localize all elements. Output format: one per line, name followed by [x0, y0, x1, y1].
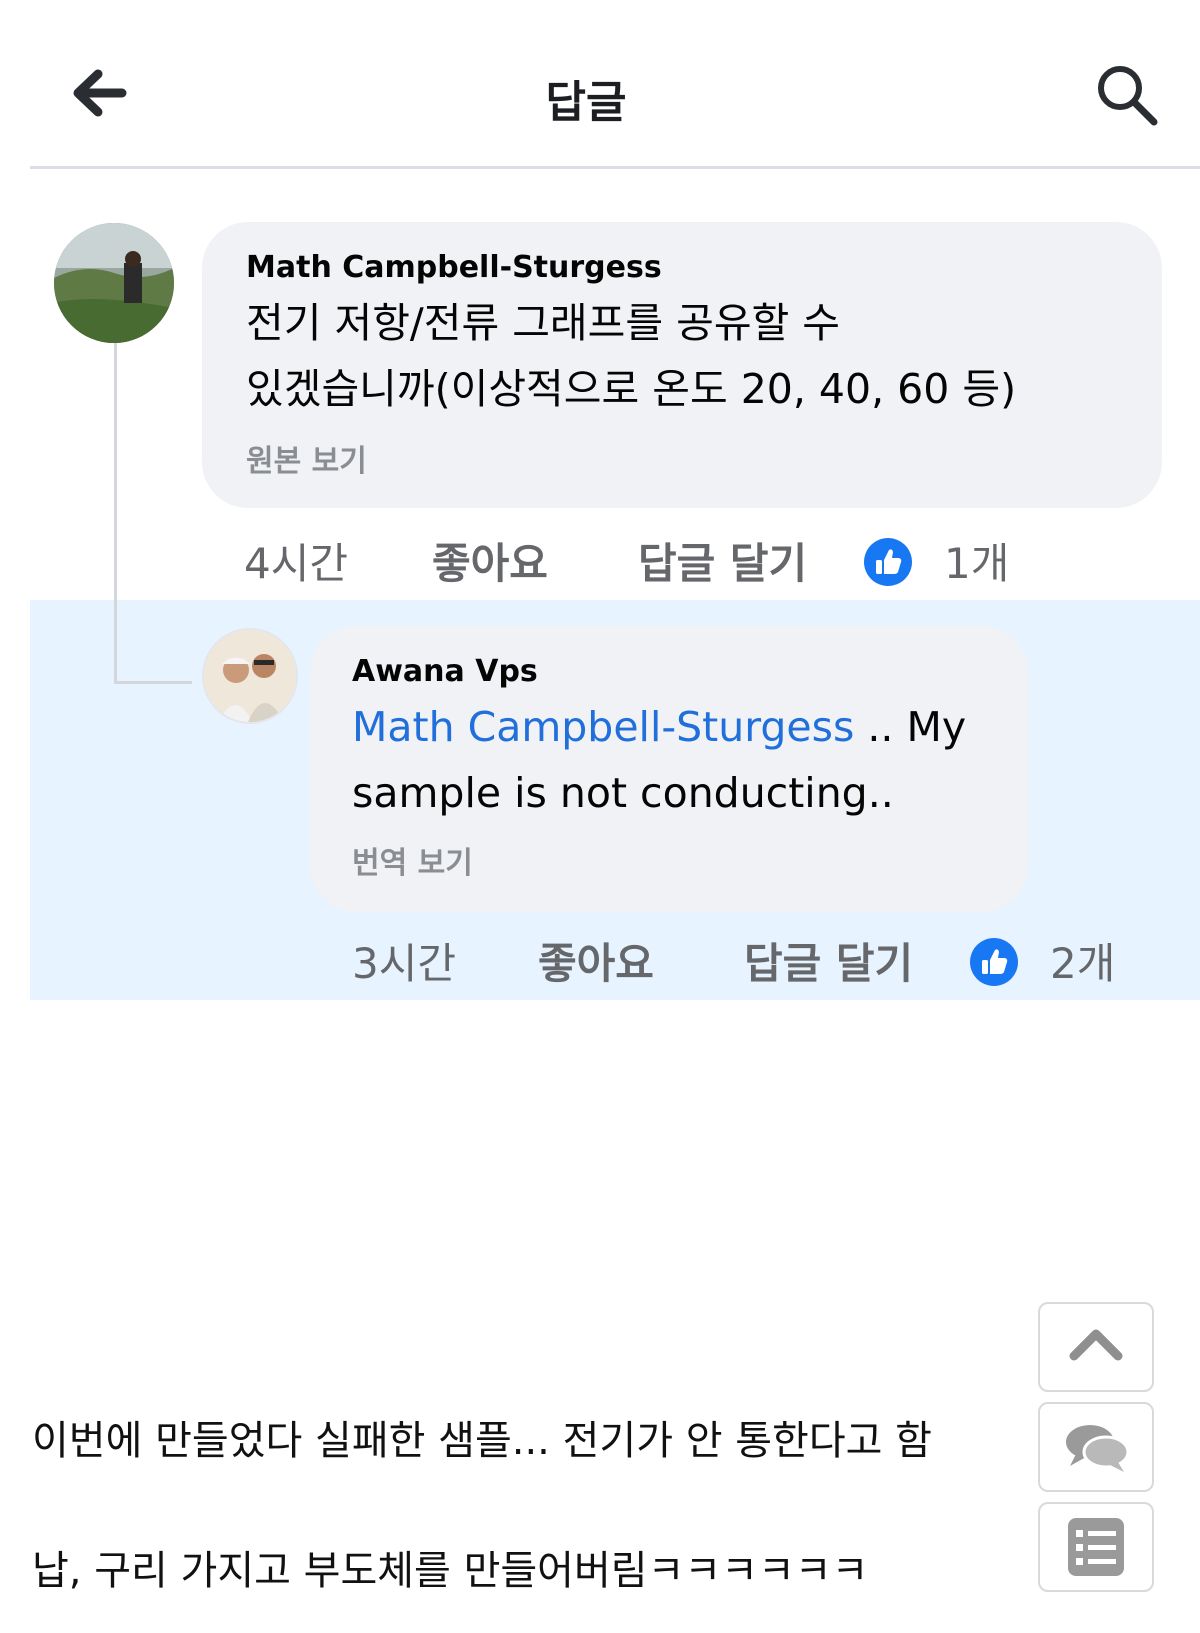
chat-bubbles-icon: [1066, 1425, 1130, 1472]
avatar-image: [204, 630, 296, 722]
page-title: 답글: [545, 77, 627, 128]
caption-text: 이번에 만들었다 실패한 샘플... 전기가 안 통한다고 함: [32, 1418, 932, 1464]
mention-link[interactable]: Math Campbell-Sturgess: [352, 703, 854, 751]
comment-timestamp[interactable]: 4시간: [244, 530, 348, 591]
caption-text: 납, 구리 가지고 부도체를 만들어버림ㅋㅋㅋㅋㅋㅋ: [32, 1548, 869, 1594]
comment-author[interactable]: Math Campbell-Sturgess: [246, 250, 662, 285]
reply-text-line: sample is not conducting..: [352, 769, 894, 817]
search-icon: [1098, 66, 1158, 126]
thread-connector: [114, 330, 192, 684]
avatar-image: [54, 223, 174, 343]
scroll-top-button[interactable]: [1038, 1302, 1154, 1392]
thumbs-up-icon[interactable]: [970, 938, 1018, 986]
comments-button[interactable]: [1038, 1402, 1154, 1492]
avatar[interactable]: [54, 223, 174, 343]
chevron-up-icon: [1069, 1329, 1123, 1361]
header-divider: [30, 166, 1200, 169]
see-original-link[interactable]: 원본 보기: [246, 436, 367, 480]
like-count[interactable]: 2개: [1050, 930, 1115, 991]
comment-text-line: 있겠습니까(이상적으로 온도 20, 40, 60 등): [246, 365, 1017, 413]
like-count[interactable]: 1개: [944, 530, 1009, 591]
like-button[interactable]: 좋아요: [432, 530, 548, 591]
search-button[interactable]: [1094, 62, 1162, 130]
comment-text: 전기 저항/전류 그래프를 공유할 수 있겠습니까(이상적으로 온도 20, 4…: [246, 290, 1146, 422]
reply-timestamp[interactable]: 3시간: [352, 930, 456, 991]
reply-text-span: .. My: [854, 703, 967, 751]
list-icon: [1068, 1518, 1124, 1576]
like-button[interactable]: 좋아요: [538, 930, 654, 991]
reply-author[interactable]: Awana Vps: [352, 654, 538, 689]
comment-text-line: 전기 저항/전류 그래프를 공유할 수: [246, 299, 841, 347]
top-bar: 답글: [0, 0, 1200, 168]
reply-button[interactable]: 답글 달기: [744, 930, 913, 991]
list-button[interactable]: [1038, 1502, 1154, 1592]
reply-text-line: Math Campbell-Sturgess .. My: [352, 694, 1012, 760]
avatar[interactable]: [202, 628, 298, 724]
see-translation-link[interactable]: 번역 보기: [352, 838, 473, 882]
thumbs-up-icon[interactable]: [864, 538, 912, 586]
reply-button[interactable]: 답글 달기: [638, 530, 807, 591]
reply-text: Math Campbell-Sturgess .. My sample is n…: [352, 694, 1012, 826]
